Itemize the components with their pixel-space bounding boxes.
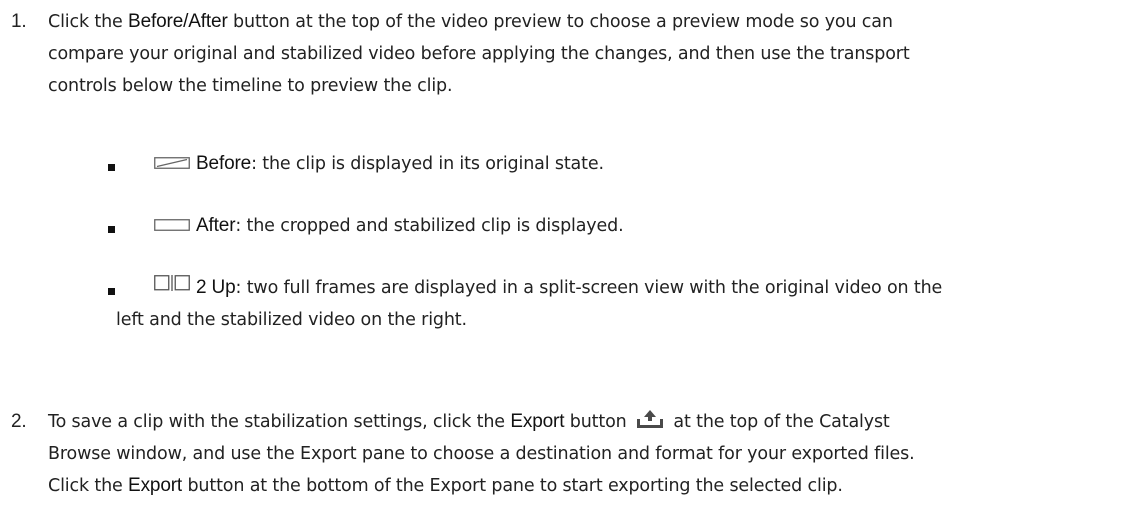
step-2-line-1: To save a clip with the stabilization se… (48, 406, 1118, 438)
bullet-before: Before: the clip is displayed in its ori… (108, 148, 1116, 180)
bullet-marker (108, 226, 115, 233)
step-text: Click the (48, 12, 129, 32)
help-document: 1. Click the Before/After button at the … (0, 0, 1134, 529)
bullet-marker (108, 164, 115, 171)
step-number: 2. (11, 411, 27, 432)
before-label: Before (196, 153, 252, 174)
step-text: To save a clip with the stabilization se… (48, 412, 511, 432)
after-label: After (196, 215, 236, 236)
before-after-label: Before/After (128, 11, 228, 32)
step-1-line-3: controls below the timeline to preview t… (48, 76, 453, 96)
step-1-line-1: Click the Before/After button at the top… (48, 6, 1118, 38)
export-icon (636, 409, 664, 429)
bullet-line: After: the cropped and stabilized clip i… (116, 210, 1116, 242)
before-mode-icon (154, 157, 190, 169)
bullet-text: : the cropped and stabilized clip is dis… (235, 216, 624, 236)
bullet-text: : the clip is displayed in its original … (251, 154, 604, 174)
step-text: Click the (48, 476, 129, 496)
step-1-line-2: compare your original and stabilized vid… (48, 44, 910, 64)
bullet-line: Before: the clip is displayed in its ori… (116, 148, 1116, 180)
step-text: at the top of the Catalyst (668, 412, 890, 432)
export-label: Export (510, 411, 565, 432)
step-1: 1. Click the Before/After button at the … (11, 6, 1118, 102)
step-2-line-3: Click the Export button at the bottom of… (48, 470, 1118, 502)
step-2-line-2: Browse window, and use the Export pane t… (48, 444, 915, 464)
bullet-two-up: 2 Up: two full frames are displayed in a… (108, 272, 1116, 336)
bullet-after: After: the cropped and stabilized clip i… (108, 210, 1116, 242)
after-mode-icon (154, 219, 190, 231)
step-text: button (564, 412, 633, 432)
export-label-2: Export (128, 475, 183, 496)
bullet-text: : two full frames are displayed in a spl… (235, 278, 943, 298)
step-text: button at the bottom of the Export pane … (182, 476, 843, 496)
bullet-line: 2 Up: two full frames are displayed in a… (116, 272, 1116, 304)
bullet-marker (108, 288, 115, 295)
bullet-line-2: left and the stabilized video on the rig… (116, 310, 467, 330)
two-up-mode-icon (154, 275, 190, 293)
step-text: button at the top of the video preview t… (227, 12, 893, 32)
step-2: 2. To save a clip with the stabilization… (11, 406, 1118, 502)
two-up-label: 2 Up (196, 277, 236, 298)
step-number: 1. (11, 11, 27, 32)
